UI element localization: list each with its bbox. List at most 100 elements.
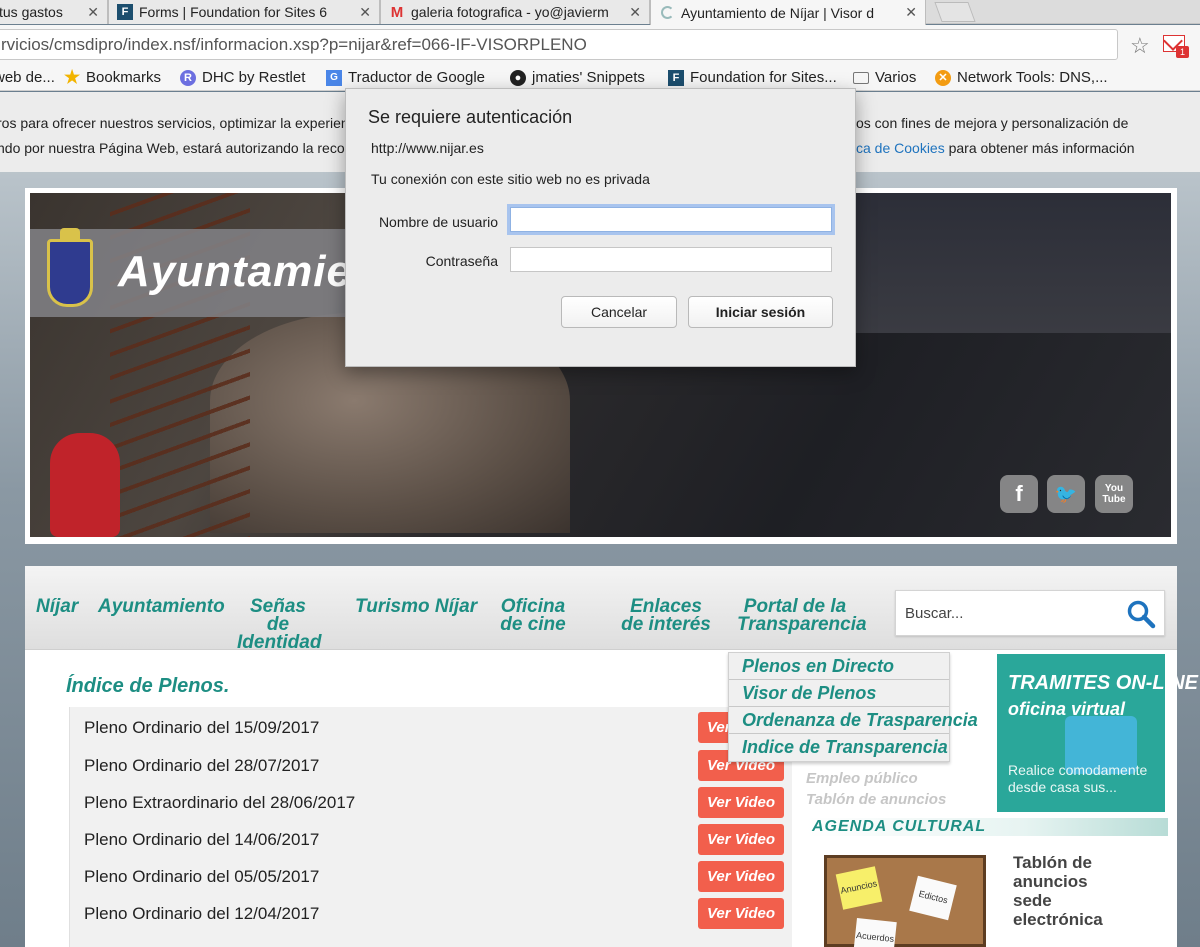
cancel-button[interactable]: Cancelar	[561, 296, 677, 328]
bookmark-bookmarks[interactable]: ★ Bookmarks	[63, 67, 162, 87]
sidebar-links: Empleo público Tablón de anuncios	[806, 768, 946, 810]
gmail-icon: M	[390, 3, 404, 21]
tab-gmail-galeria[interactable]: M galeria fotografica - yo@javierm ✕	[380, 0, 650, 24]
close-icon[interactable]: ✕	[359, 4, 371, 21]
twitter-icon[interactable]: 🐦	[1047, 475, 1085, 513]
pleno-label: Pleno Ordinario del 05/05/2017	[84, 867, 320, 886]
folder-icon	[853, 71, 869, 84]
bookmark-label: Varios	[875, 69, 917, 86]
foundation-icon: F	[668, 69, 684, 86]
bookmark-label: Traductor de Google	[348, 69, 486, 86]
facebook-icon[interactable]: f	[1000, 475, 1038, 513]
cookie-text: os con fines de mejora y personalización…	[856, 115, 1129, 131]
bookmark-label: Network Tools: DNS,...	[957, 69, 1108, 86]
tramites-online-banner[interactable]: TRAMITES ON-LINE oficina virtual Realice…	[997, 654, 1198, 812]
network-tools-icon: ✕	[935, 69, 951, 86]
nav-nijar[interactable]: Níjar	[36, 597, 78, 616]
dialog-host: http://www.nijar.es	[371, 140, 484, 156]
google-translate-icon: G	[326, 69, 342, 86]
sidebar-link-tablon[interactable]: Tablón de anuncios	[806, 789, 946, 810]
cookie-policy-link[interactable]: ca de Cookies	[856, 140, 945, 156]
board-note: Acuerdos	[853, 918, 897, 947]
sidebar-link-empleo[interactable]: Empleo público	[806, 768, 946, 789]
star-icon: ★	[63, 67, 81, 87]
close-icon[interactable]: ✕	[905, 4, 917, 21]
photo-child	[50, 433, 120, 537]
tab-title: Ayuntamiento de Níjar | Visor d	[681, 4, 874, 21]
bookmark-web[interactable]: web de...	[0, 69, 55, 86]
agenda-cultural-heading[interactable]: AGENDA CULTURAL	[806, 818, 1168, 836]
page-title: Índice de Plenos.	[66, 675, 230, 697]
nav-turismo[interactable]: Turismo Níjar	[355, 597, 477, 616]
nav-portal-transparencia[interactable]: Portal de la Transparencia	[737, 597, 867, 634]
board-note: Anuncios	[835, 866, 883, 910]
nav-senas-identidad[interactable]: Señas de Identidad	[237, 597, 321, 652]
bookmark-label: jmaties' Snippets	[532, 69, 645, 86]
tablon-line: electrónica	[1013, 910, 1103, 929]
search-box	[895, 590, 1165, 636]
bookmark-label: Bookmarks	[86, 69, 162, 86]
bookmark-star-icon[interactable]: ☆	[1130, 33, 1150, 59]
bookmark-label: web de...	[0, 69, 55, 86]
pleno-label: Pleno Ordinario del 15/09/2017	[84, 718, 320, 737]
tramites-desc-line: Realice comodamente	[1008, 762, 1148, 778]
plenos-list: Pleno Ordinario del 15/09/2017 Ver Video…	[69, 707, 792, 947]
close-icon[interactable]: ✕	[629, 4, 641, 21]
bookmark-label: Foundation for Sites...	[690, 69, 837, 86]
nav-ayuntamiento[interactable]: Ayuntamiento	[98, 597, 225, 616]
bookmark-dhc-restlet[interactable]: R DHC by Restlet	[180, 69, 305, 86]
username-field[interactable]	[510, 207, 832, 232]
restlet-icon: R	[180, 69, 196, 86]
tablon-line: Tablón de	[1013, 853, 1093, 872]
tab-tus-gastos[interactable]: tus gastos ✕	[0, 0, 108, 24]
nav-enlaces-interes[interactable]: Enlaces de interés	[621, 597, 711, 634]
dialog-warning: Tu conexión con este sitio web no es pri…	[371, 171, 650, 187]
tab-ayuntamiento-nijar[interactable]: Ayuntamiento de Níjar | Visor d ✕	[650, 0, 926, 25]
ver-video-button[interactable]: Ver Video	[698, 898, 784, 929]
cookie-text: para obtener más información	[944, 140, 1135, 156]
bookmark-network-tools[interactable]: ✕ Network Tools: DNS,...	[935, 69, 1108, 86]
pleno-label: Pleno Ordinario del 14/06/2017	[84, 830, 320, 849]
pleno-label: Pleno Extraordinario del 28/06/2017	[84, 793, 356, 812]
cookie-text: ros para ofrecer nuestros servicios, opt…	[0, 115, 349, 131]
github-icon: ●	[510, 69, 526, 86]
list-item: Pleno Ordinario del 14/06/2017 Ver Video	[84, 824, 784, 856]
address-bar[interactable]: rvicios/cmsdipro/index.nsf/informacion.x…	[0, 29, 1118, 60]
tab-foundation-forms[interactable]: F Forms | Foundation for Sites 6 ✕	[108, 0, 380, 24]
ver-video-button[interactable]: Ver Video	[698, 824, 784, 855]
bookmark-folder-varios[interactable]: Varios	[853, 69, 916, 86]
tab-title: galeria fotografica - yo@javierm	[411, 4, 609, 20]
dropdown-item-visor-plenos[interactable]: Visor de Plenos	[729, 680, 949, 707]
dropdown-item-plenos-directo[interactable]: Plenos en Directo	[729, 653, 949, 680]
bookmark-google-translate[interactable]: G Traductor de Google	[326, 69, 485, 86]
pleno-label: Pleno Ordinario del 28/07/2017	[84, 756, 320, 775]
tablon-board-image[interactable]: Anuncios Edictos Acuerdos	[824, 855, 986, 947]
search-icon[interactable]	[1126, 599, 1156, 629]
tramites-description: Realice comodamente desde casa sus...	[1008, 762, 1147, 796]
site-logo[interactable]: Ayuntamient	[30, 228, 394, 317]
transparencia-dropdown: Plenos en Directo Visor de Plenos Ordena…	[728, 652, 978, 762]
tablon-sede-link[interactable]: Tablón de anuncios sede electrónica	[1013, 853, 1103, 929]
dialog-title: Se requiere autenticación	[368, 107, 573, 127]
ver-video-button[interactable]: Ver Video	[698, 787, 784, 818]
nav-oficina-cine[interactable]: Oficina de cine	[488, 597, 578, 634]
coat-of-arms-icon	[47, 228, 93, 307]
youtube-icon[interactable]: You Tube	[1095, 475, 1133, 513]
list-item: Pleno Extraordinario del 28/06/2017 Ver …	[84, 787, 784, 819]
search-input[interactable]	[896, 591, 1116, 635]
dropdown-item-ordenanza[interactable]: Ordenanza de Trasparencia	[729, 707, 978, 734]
ver-video-button[interactable]: Ver Video	[698, 861, 784, 892]
dropdown-item-indice[interactable]: Indice de Transparencia	[729, 734, 949, 761]
password-label: Contraseña	[425, 253, 498, 269]
tramites-desc-line: desde casa sus...	[1008, 779, 1117, 795]
bookmark-foundation-sites[interactable]: F Foundation for Sites...	[668, 69, 837, 86]
bookmark-label: DHC by Restlet	[202, 69, 306, 86]
tramites-subtitle: oficina virtual	[1008, 699, 1126, 719]
close-icon[interactable]: ✕	[87, 4, 99, 21]
new-tab-button[interactable]	[934, 2, 976, 22]
tab-title: Forms | Foundation for Sites 6	[139, 4, 328, 20]
list-item: Pleno Ordinario del 05/05/2017 Ver Video	[84, 861, 784, 893]
bookmark-jmaties-snippets[interactable]: ● jmaties' Snippets	[510, 69, 645, 86]
login-button[interactable]: Iniciar sesión	[688, 296, 833, 328]
password-field[interactable]	[510, 247, 832, 272]
